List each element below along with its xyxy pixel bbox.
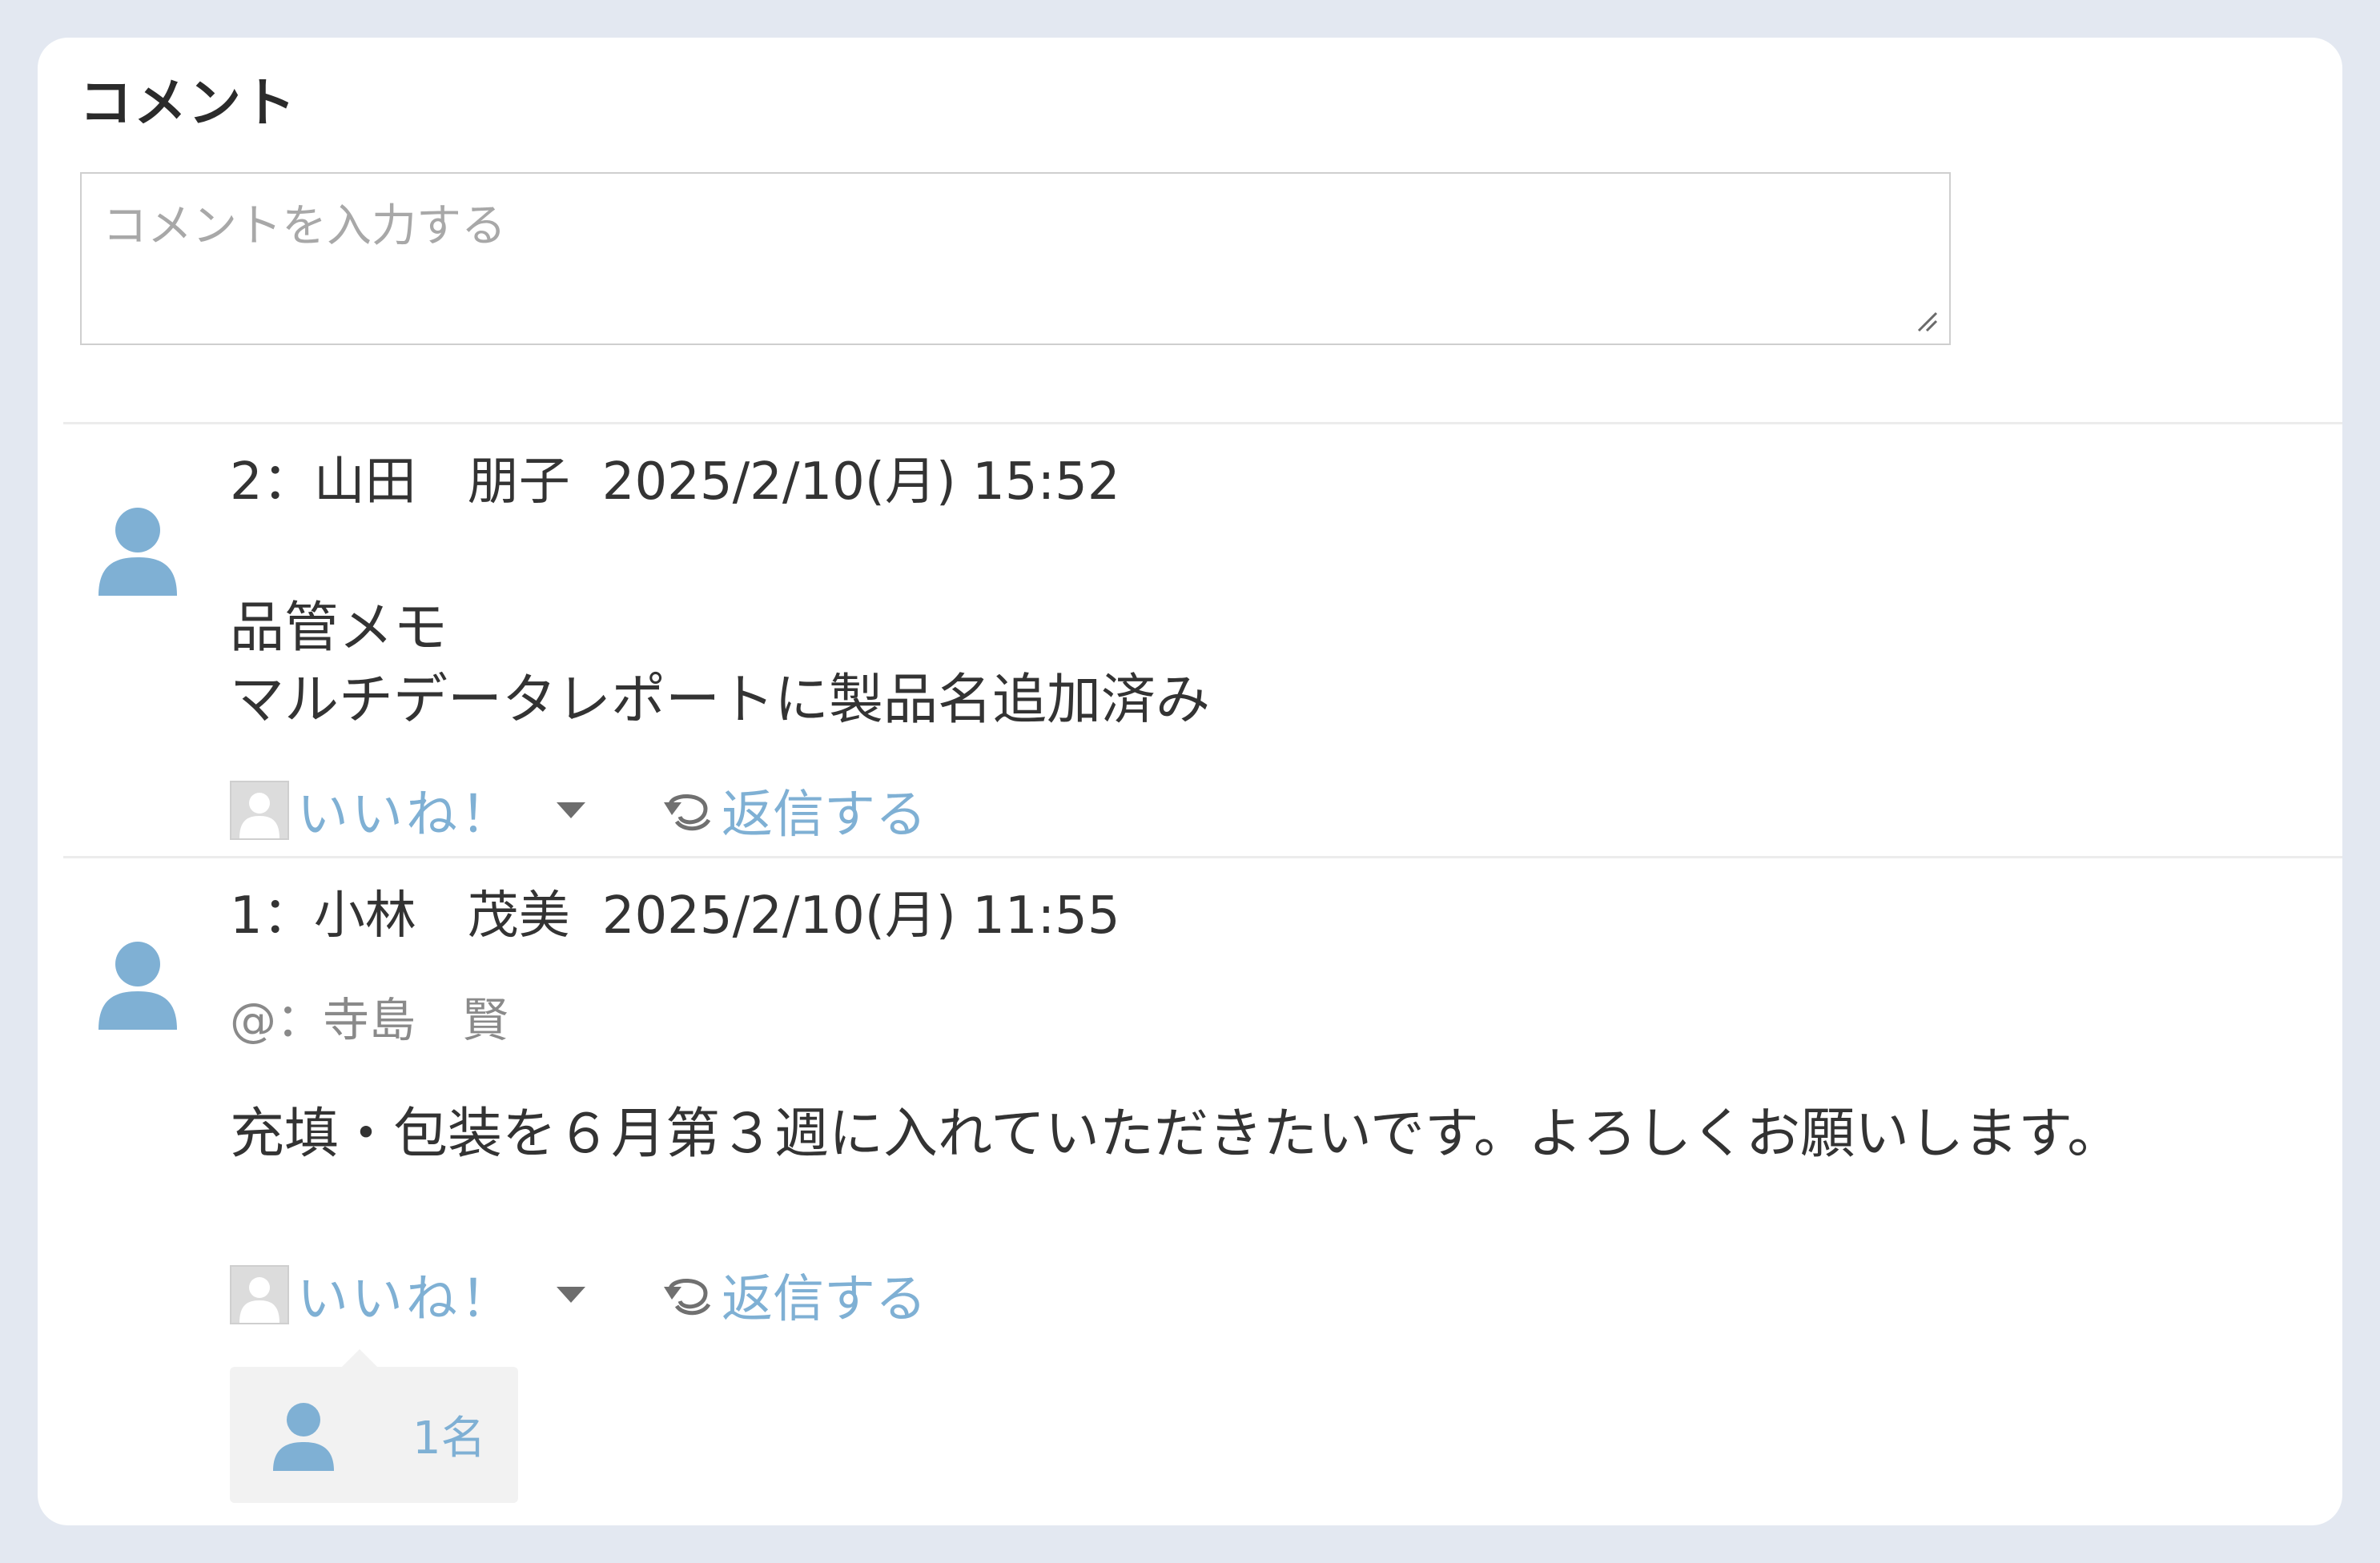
caret-down-icon[interactable] [557,1287,585,1303]
comment-meta: 1：小林 茂美 2025/2/10(月) 11:55 [230,874,1120,948]
comment-author[interactable]: 小林 茂美 [314,886,570,946]
divider [63,422,2342,424]
comment-number: 1 [230,886,263,946]
like-checkbox-icon[interactable] [230,781,289,840]
divider [63,856,2342,858]
comment-meta: 2：山田 朋子 2025/2/10(月) 15:52 [230,440,1120,514]
user-avatar-icon[interactable] [94,935,182,1031]
comment-number: 2 [230,452,263,512]
like-button[interactable]: いいね！ [297,1258,515,1332]
caret-down-icon[interactable] [557,802,585,818]
comment-input-box[interactable] [80,172,1951,345]
comment-date: 2025/2/10(月) 11:55 [601,886,1120,946]
comment-actions: いいね！ 返信する [230,1261,927,1329]
reply-button[interactable]: 返信する [722,1258,927,1332]
comment-input[interactable] [82,174,1949,344]
comment-author[interactable]: 山田 朋子 [314,452,570,512]
comment-separator: ： [262,452,314,512]
comment-mention[interactable]: @：寺島 賢 [230,982,509,1050]
comment-separator: ： [262,886,314,946]
section-title: コメント [79,72,297,134]
likers-count[interactable]: 1名 [412,1402,486,1467]
comment-actions: いいね！ 返信する [230,777,927,845]
comment-panel: コメント 2：山田 朋子2025/2/10(月) 15:52 品管メモ マルチデ… [38,38,2342,1525]
user-avatar-icon [273,1403,334,1471]
comment-date: 2025/2/10(月) 15:52 [601,452,1120,512]
like-button[interactable]: いいね！ [297,773,515,847]
resize-grip-icon[interactable] [1912,307,1940,334]
user-avatar-icon[interactable] [94,501,182,597]
comment-body: 品管メモ マルチデータレポートに製品名追加済み [230,597,1211,732]
likers-popup[interactable]: 1名 [230,1349,518,1503]
reply-button[interactable]: 返信する [722,773,927,847]
reply-arrow-icon[interactable] [659,782,717,839]
reply-arrow-icon[interactable] [659,1266,717,1324]
comment-body: 充填・包装を６月第３週に入れていただきたいです。よろしくお願いします。 [230,1103,2122,1166]
like-checkbox-icon[interactable] [230,1265,289,1324]
